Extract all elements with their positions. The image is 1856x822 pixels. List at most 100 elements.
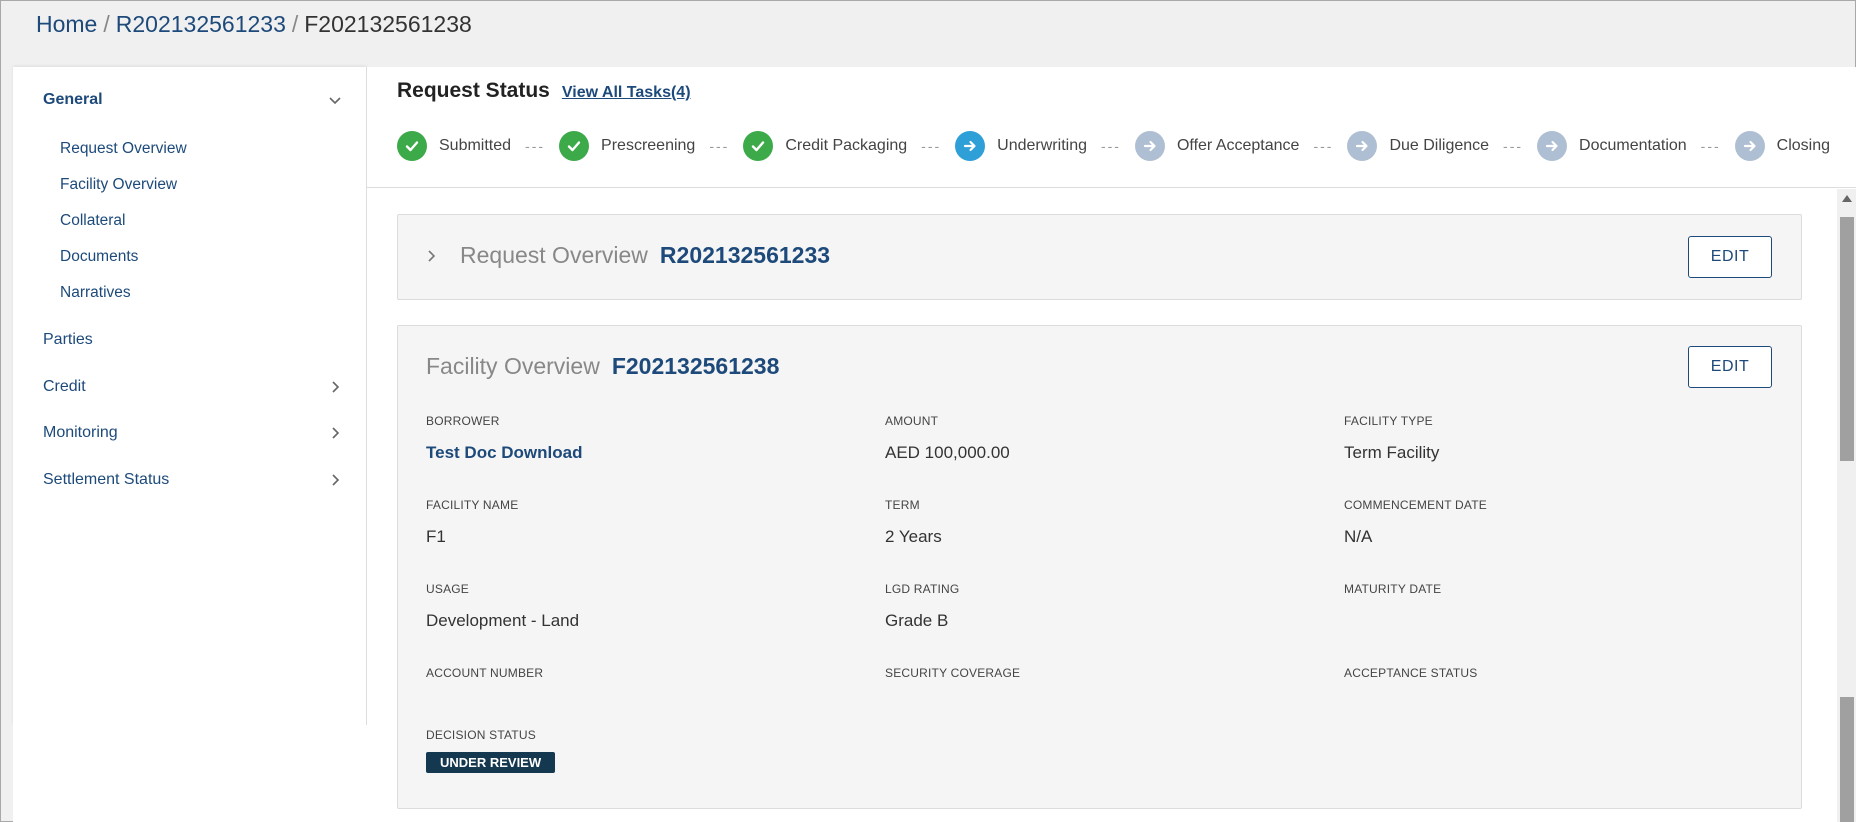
field-label: SECURITY COVERAGE (885, 666, 1021, 680)
status-badge: UNDER REVIEW (426, 752, 556, 773)
breadcrumb-separator: / (291, 11, 299, 37)
field-term: TERM 2 Years (885, 498, 942, 547)
borrower-link[interactable]: Test Doc Download (426, 443, 582, 463)
check-icon (397, 131, 427, 161)
sidebar-section-label: Parties (43, 331, 93, 348)
scrollbar-thumb[interactable] (1840, 217, 1854, 461)
facility-overview-id: F202132561238 (611, 353, 780, 379)
field-value: N/A (1344, 527, 1373, 546)
step-connector: --- (1700, 138, 1721, 154)
field-label: DECISION STATUS (426, 728, 536, 742)
sidebar-item-request-overview[interactable]: Request Overview (60, 140, 187, 158)
arrow-right-icon (1734, 131, 1765, 161)
status-stepper: Submitted --- Prescreening --- Credit Packag… (397, 131, 1830, 161)
sidebar: General Request Overview Facility Overvi… (13, 67, 367, 725)
chevron-down-icon (326, 91, 344, 109)
field-label: LGD RATING (885, 582, 960, 596)
breadcrumb-separator: / (103, 11, 110, 37)
field-maturity-date: MATURITY DATE (1344, 582, 1441, 611)
breadcrumb-current: F202132561238 (304, 11, 472, 37)
sidebar-section-parties[interactable]: Parties (43, 331, 344, 349)
arrow-right-icon (955, 131, 986, 161)
breadcrumb-request[interactable]: R202132561233 (116, 11, 286, 38)
field-amount: AMOUNT AED 100,000.00 (885, 414, 1010, 463)
step-label: Underwriting (997, 137, 1087, 154)
facility-overview-header: Facility Overview F202132561238 (426, 353, 779, 380)
field-label: COMMENCEMENT DATE (1344, 498, 1487, 512)
sidebar-section-credit[interactable]: Credit (43, 378, 344, 396)
field-label: FACILITY TYPE (1344, 414, 1433, 428)
request-overview-title: Request Overview (460, 242, 648, 268)
field-facility-name: FACILITY NAME F1 (426, 498, 518, 547)
sidebar-footer-blank (13, 725, 367, 822)
step-closing: Closing (1734, 131, 1831, 161)
step-label: Documentation (1579, 137, 1687, 154)
field-account-number: ACCOUNT NUMBER (426, 666, 543, 695)
field-value: F1 (426, 527, 446, 546)
field-facility-type: FACILITY TYPE Term Facility (1344, 414, 1439, 463)
chevron-right-icon[interactable] (426, 246, 438, 269)
facility-overview-title: Facility Overview (426, 353, 600, 379)
scrollbar[interactable] (1837, 189, 1856, 822)
chevron-right-icon (326, 378, 344, 396)
step-connector: --- (1313, 138, 1334, 154)
sidebar-section-label: Credit (43, 378, 86, 395)
field-label: ACCOUNT NUMBER (426, 666, 544, 680)
step-label: Submitted (439, 137, 512, 154)
step-label: Offer Acceptance (1176, 137, 1300, 154)
field-label: USAGE (426, 582, 470, 596)
step-connector: --- (525, 138, 546, 154)
sidebar-item-facility-overview[interactable]: Facility Overview (60, 176, 177, 194)
field-label: BORROWER (426, 414, 500, 428)
step-connector: --- (1503, 138, 1524, 154)
field-acceptance-status: ACCEPTANCE STATUS (1344, 666, 1477, 695)
sidebar-section-label: Settlement Status (43, 471, 170, 488)
field-value: AED 100,000.00 (885, 443, 1010, 462)
sidebar-section-label: General (43, 91, 103, 108)
request-overview-card: Request Overview R202132561233 EDIT (397, 214, 1802, 300)
field-label: TERM (885, 498, 920, 512)
step-connector: --- (921, 138, 942, 154)
field-commencement-date: COMMENCEMENT DATE N/A (1344, 498, 1487, 547)
sidebar-item-collateral[interactable]: Collateral (60, 212, 125, 230)
arrow-right-icon (1347, 131, 1378, 161)
field-value: Development - Land (426, 611, 580, 630)
field-usage: USAGE Development - Land (426, 582, 579, 631)
field-label: FACILITY NAME (426, 498, 519, 512)
field-lgd-rating: LGD RATING Grade B (885, 582, 959, 631)
edit-request-overview-button[interactable]: EDIT (1688, 236, 1772, 278)
sidebar-section-label: Monitoring (43, 424, 118, 441)
check-icon (743, 131, 774, 161)
main-content: Request Status View All Tasks(4) Submitt… (367, 67, 1856, 822)
field-decision-status: DECISION STATUS UNDER REVIEW (426, 728, 556, 773)
view-all-tasks-link[interactable]: View All Tasks(4) (562, 84, 691, 102)
scrollbar-track-lower[interactable] (1840, 697, 1854, 822)
step-prescreening: Prescreening (559, 131, 695, 161)
request-overview-header[interactable]: Request Overview R202132561233 (426, 242, 830, 269)
step-label: Closing (1776, 137, 1831, 154)
sidebar-section-settlement-status[interactable]: Settlement Status (43, 471, 344, 489)
sidebar-item-narratives[interactable]: Narratives (60, 284, 131, 302)
request-status-title: Request Status (397, 79, 550, 102)
request-overview-id: R202132561233 (659, 242, 831, 268)
field-borrower: BORROWER Test Doc Download (426, 414, 582, 463)
sidebar-section-general[interactable]: General (43, 91, 344, 109)
field-label: AMOUNT (885, 414, 939, 428)
step-connector: --- (1100, 138, 1121, 154)
breadcrumb-home[interactable]: Home (36, 11, 97, 38)
breadcrumb: Home / R202132561233 / F202132561238 (36, 11, 472, 38)
sidebar-item-documents[interactable]: Documents (60, 248, 138, 266)
edit-facility-overview-button[interactable]: EDIT (1688, 346, 1772, 388)
chevron-right-icon (326, 424, 344, 442)
step-submitted: Submitted (397, 131, 511, 161)
arrow-right-icon (1537, 131, 1568, 161)
field-value: 2 Years (885, 527, 942, 546)
check-icon (559, 131, 590, 161)
field-value: Grade B (885, 611, 949, 630)
divider (367, 187, 1856, 188)
scroll-up-arrow-icon[interactable] (1842, 195, 1852, 202)
field-label: ACCEPTANCE STATUS (1344, 666, 1478, 680)
request-status-header: Request Status View All Tasks(4) (397, 79, 691, 103)
sidebar-section-monitoring[interactable]: Monitoring (43, 424, 344, 442)
step-credit-packaging: Credit Packaging (743, 131, 907, 161)
